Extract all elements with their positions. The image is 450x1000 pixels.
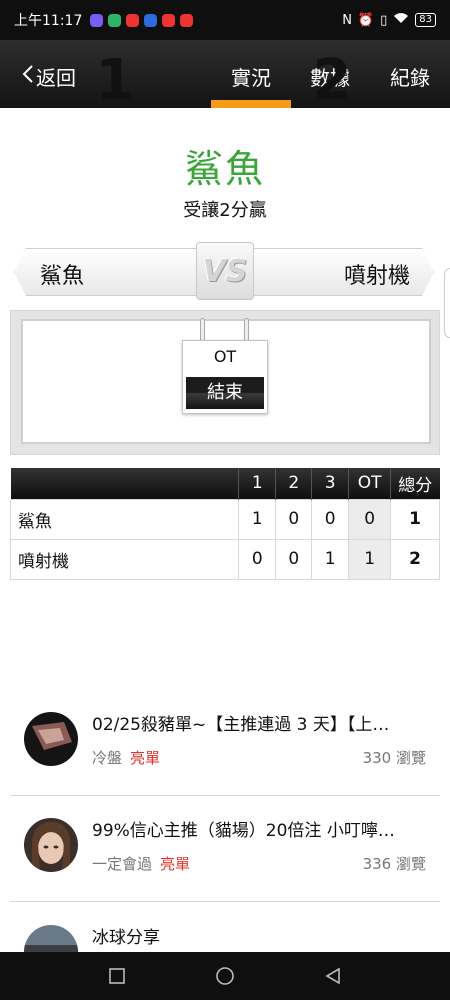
row-p3: 0 — [311, 498, 350, 540]
away-score: 2 — [312, 48, 352, 113]
article-views: 330 瀏覽 — [362, 749, 426, 767]
winner-note: 受讓2分贏 — [183, 200, 267, 221]
wifi-icon — [393, 12, 409, 28]
home-team-name: 鯊魚 — [40, 264, 85, 289]
app-notification-icon — [162, 13, 176, 27]
top-nav: 返回 實況 數據 紀錄 — [0, 40, 450, 108]
row-p1: 1 — [238, 498, 277, 540]
battery-icon: 83 — [415, 13, 436, 27]
row-p3: 1 — [311, 538, 350, 580]
header-ot: OT — [348, 468, 391, 499]
facebook-icon — [144, 13, 158, 27]
list-item[interactable]: 02/25殺豬單~【主推連過 3 天】【上… 冷盤 亮單 330 瀏覽 — [10, 690, 440, 796]
game-state: 結束 — [186, 377, 264, 409]
home-button[interactable] — [215, 966, 235, 986]
back-label: 返回 — [36, 66, 76, 90]
article-title: 99%信心主推（貓場）20倍注 小叮嚀… — [92, 821, 395, 841]
youtube-icon — [126, 13, 140, 27]
table-row: 鯊魚 1 0 0 0 1 — [9, 498, 440, 540]
header-period-2: 2 — [275, 468, 312, 499]
header-team — [10, 468, 239, 499]
article-title: 02/25殺豬單~【主推連過 3 天】【上… — [92, 715, 390, 735]
header-period-1: 1 — [238, 468, 276, 499]
nfc-icon: N — [342, 12, 352, 28]
article-views: 336 瀏覽 — [362, 855, 426, 873]
row-ot: 0 — [348, 498, 392, 540]
tab-live[interactable]: 實況 — [211, 62, 291, 91]
divider — [10, 901, 440, 902]
table-row: 噴射機 0 0 1 1 2 — [9, 538, 440, 580]
period-label: OT — [213, 347, 237, 366]
row-team: 噴射機 — [9, 538, 240, 580]
status-bar: 上午11:17 N ⏰ ▯ 83 — [0, 0, 450, 40]
avatar — [24, 712, 78, 766]
article-meta: 一定會過 亮單 — [92, 853, 190, 874]
row-p2: 0 — [275, 538, 313, 580]
side-drawer-handle[interactable] — [444, 268, 450, 338]
alarm-icon: ⏰ — [357, 12, 375, 28]
card-ring — [200, 318, 205, 342]
home-score: 1 — [95, 48, 135, 113]
article-author: 一定會過 — [92, 855, 153, 873]
app-notification-icon — [108, 13, 122, 27]
row-ot: 1 — [348, 538, 392, 580]
back-button[interactable]: 返回 — [22, 62, 76, 91]
header-period-3: 3 — [311, 468, 349, 499]
article-author: 冷盤 — [92, 749, 123, 767]
winner-team: 鯊魚 — [184, 147, 265, 191]
box-score-table: 1 2 3 OT 總分 鯊魚 1 0 0 0 1 噴射機 0 0 1 1 2 — [9, 468, 440, 580]
list-item[interactable]: 99%信心主推（貓場）20倍注 小叮嚀… 一定會過 亮單 336 瀏覽 — [10, 796, 440, 902]
period-card: OT 結束 — [182, 340, 268, 414]
article-tag: 亮單 — [160, 855, 191, 873]
article-tag: 亮單 — [130, 749, 161, 767]
tab-records[interactable]: 紀錄 — [370, 62, 450, 91]
row-team: 鯊魚 — [9, 498, 240, 540]
table-header-row: 1 2 3 OT 總分 — [10, 468, 440, 499]
active-tab-indicator — [211, 100, 291, 108]
system-nav-bar — [0, 952, 450, 1000]
status-time: 上午11:17 — [14, 13, 83, 29]
row-p1: 0 — [238, 538, 277, 580]
article-meta: 冷盤 亮單 — [92, 747, 160, 768]
messenger-icon — [90, 13, 104, 27]
recent-apps-button[interactable] — [107, 966, 127, 986]
row-total: 2 — [390, 538, 440, 580]
header-total: 總分 — [390, 468, 440, 499]
mail-icon — [180, 13, 194, 27]
card-ring — [244, 318, 249, 342]
chevron-left-icon — [22, 64, 34, 90]
article-title: 冰球分享 — [92, 928, 160, 948]
back-nav-button[interactable] — [323, 966, 343, 986]
avatar — [24, 818, 78, 872]
vs-badge: VS — [196, 242, 254, 300]
row-p2: 0 — [275, 498, 313, 540]
away-team-name: 噴射機 — [343, 264, 410, 289]
status-icons: N ⏰ ▯ 83 — [342, 12, 436, 28]
row-total: 1 — [390, 498, 440, 540]
vibrate-icon: ▯ — [380, 12, 388, 28]
